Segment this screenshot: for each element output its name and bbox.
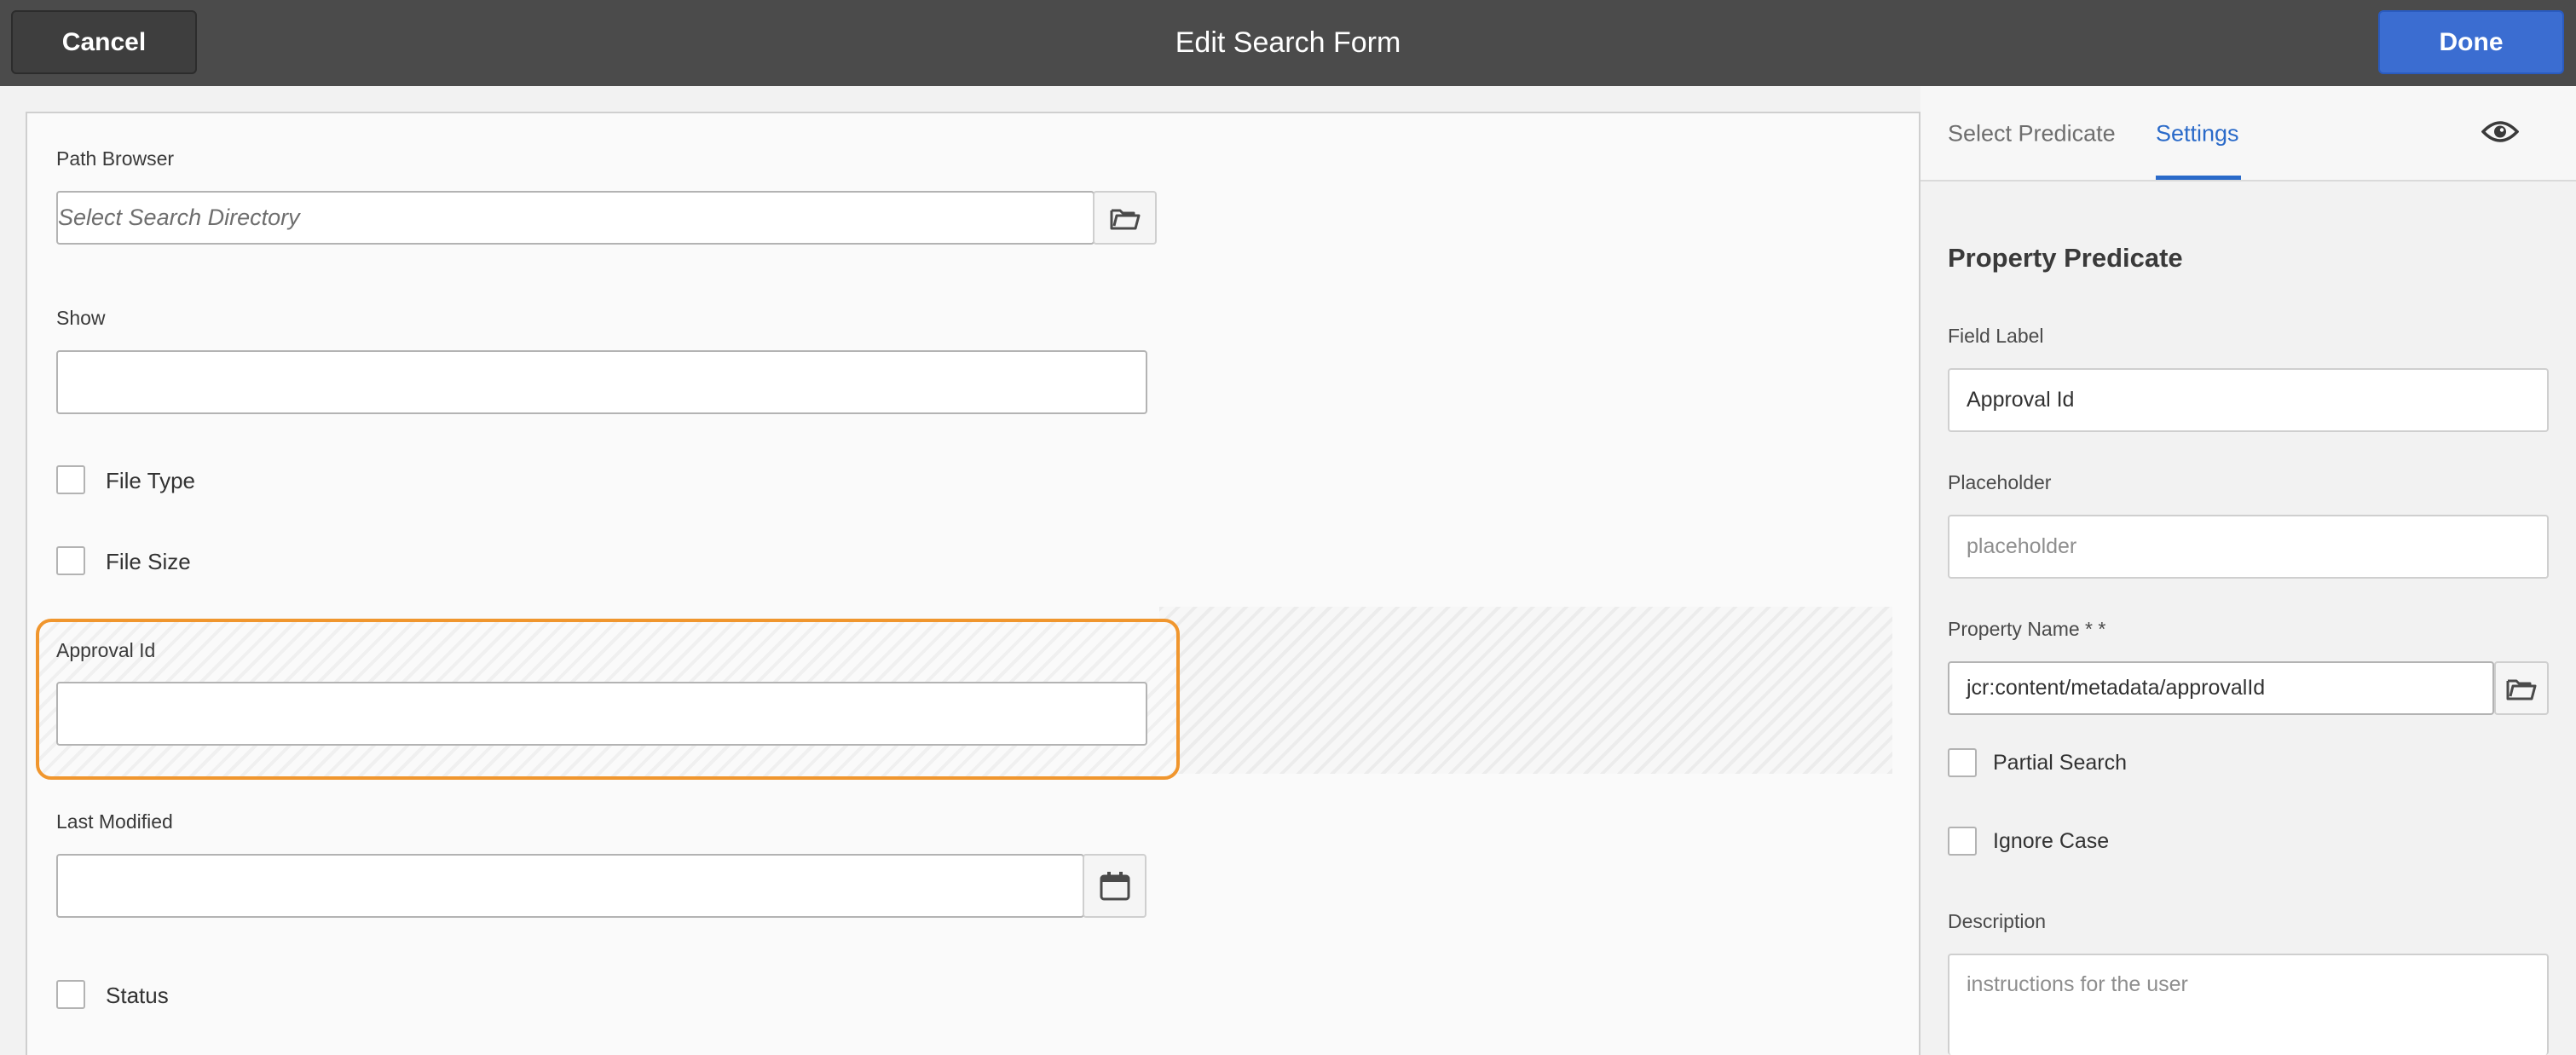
placeholder-label: Placeholder <box>1948 471 2052 493</box>
file-size-checkbox[interactable] <box>56 546 85 575</box>
file-type-checkbox[interactable] <box>56 465 85 494</box>
description-label: Description <box>1948 910 2047 932</box>
path-browser-button[interactable] <box>1093 191 1157 245</box>
show-label: Show <box>56 307 106 329</box>
file-type-label: File Type <box>106 468 196 493</box>
eye-icon <box>2481 121 2520 142</box>
preview-button[interactable] <box>2481 119 2520 149</box>
form-canvas: Path Browser Select Search Directory Sho… <box>26 112 1920 1055</box>
folder-icon <box>1110 209 1140 229</box>
cancel-button[interactable]: Cancel <box>11 10 197 74</box>
panel-tabs: Select Predicate Settings <box>1920 86 2576 182</box>
ignore-case-label: Ignore Case <box>1993 829 2110 853</box>
top-bar: Cancel Edit Search Form Done <box>0 0 2576 86</box>
tab-select-predicate[interactable]: Select Predicate <box>1948 121 2116 147</box>
folder-icon <box>2506 679 2537 700</box>
page-title: Edit Search Form <box>1175 26 1401 59</box>
property-name-browse-button[interactable] <box>2494 661 2549 715</box>
status-checkbox[interactable] <box>56 980 85 1009</box>
selected-field-approval-id[interactable]: Approval Id <box>36 619 1180 780</box>
last-modified-label: Last Modified <box>56 810 173 833</box>
ignore-case-checkbox[interactable] <box>1948 827 1977 856</box>
partial-search-label: Partial Search <box>1993 751 2128 775</box>
path-browser-input[interactable]: Select Search Directory <box>56 191 1095 245</box>
property-name-label: Property Name * * <box>1948 618 2106 640</box>
approval-id-label: Approval Id <box>56 639 156 661</box>
calendar-icon <box>1100 871 1129 900</box>
last-modified-input[interactable] <box>56 854 1084 918</box>
done-button[interactable]: Done <box>2378 10 2564 74</box>
field-label-input[interactable]: Approval Id <box>1948 368 2549 432</box>
panel-heading: Property Predicate <box>1948 243 2183 273</box>
tab-settings[interactable]: Settings <box>2156 121 2239 147</box>
drop-zone <box>1159 607 1892 774</box>
property-name-input[interactable]: jcr:content/metadata/approvalId <box>1948 661 2494 715</box>
path-browser-label: Path Browser <box>56 147 175 170</box>
date-picker-button[interactable] <box>1083 854 1146 918</box>
settings-panel: Select Predicate Settings Property Predi… <box>1920 86 2576 1055</box>
description-textarea[interactable]: instructions for the user <box>1948 954 2549 1055</box>
status-label: Status <box>106 983 169 1008</box>
show-input[interactable] <box>56 350 1147 414</box>
file-size-label: File Size <box>106 549 191 574</box>
partial-search-checkbox[interactable] <box>1948 748 1977 777</box>
approval-id-input[interactable] <box>56 682 1147 746</box>
placeholder-input[interactable]: placeholder <box>1948 515 2549 579</box>
field-label-label: Field Label <box>1948 325 2044 347</box>
active-tab-indicator <box>2156 176 2241 180</box>
